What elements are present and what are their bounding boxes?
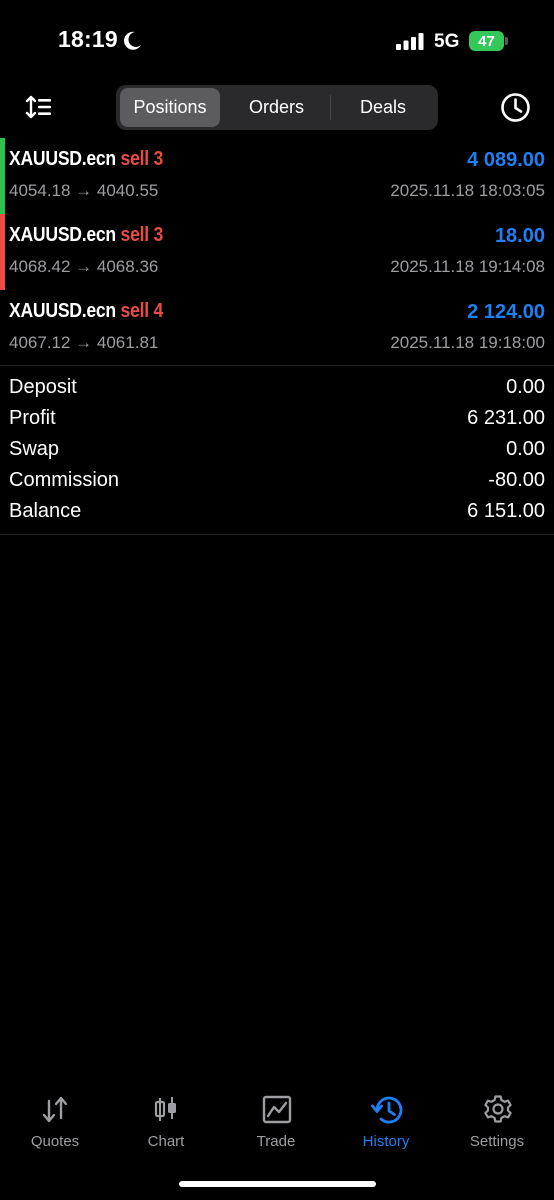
symbol-name: XAUUSD.ecn [9, 224, 116, 246]
status-time: 18:19 [58, 26, 118, 52]
position-profit: 4 089.00 [467, 149, 545, 171]
summary-row-profit: Profit 6 231.00 [0, 403, 554, 434]
symbol-name: XAUUSD.ecn [9, 300, 116, 322]
position-price-path: 4068.42 → 4068.36 [9, 257, 159, 276]
battery-level: 47 [478, 32, 495, 50]
status-bar: 18:19 5G 47 [0, 0, 554, 84]
summary-row-deposit: Deposit 0.00 [0, 372, 554, 403]
summary-value: -80.00 [488, 469, 545, 491]
battery-tip [505, 37, 508, 45]
summary-label: Swap [9, 438, 60, 460]
moon-icon [121, 30, 143, 57]
summary-row-swap: Swap 0.00 [0, 434, 554, 465]
position-datetime: 2025.11.18 18:03:05 [390, 181, 545, 200]
history-icon [371, 1096, 403, 1124]
position-row[interactable]: XAUUSD.ecn sell 4 4067.12 → 4061.81 2 12… [0, 290, 554, 366]
summary-label: Deposit [9, 376, 77, 398]
position-row[interactable]: XAUUSD.ecn sell 3 4054.18 → 4040.55 4 08… [0, 138, 554, 214]
position-profit: 18.00 [494, 225, 545, 247]
tab-chart[interactable]: Chart [111, 1090, 221, 1160]
tab-label: Settings [469, 1133, 525, 1150]
symbol-name: XAUUSD.ecn [9, 148, 116, 170]
tab-label: Trade [256, 1133, 296, 1150]
summary-value: 6 151.00 [467, 500, 545, 522]
tab-quotes[interactable]: Quotes [0, 1090, 110, 1160]
position-status-bar [0, 290, 5, 366]
cellular-signal-icon [396, 33, 426, 55]
position-side: sell 3 [120, 224, 164, 246]
tab-label: Quotes [30, 1133, 80, 1150]
position-symbol: XAUUSD.ecn sell 3 [9, 148, 163, 171]
clock-icon[interactable] [500, 92, 531, 128]
position-price-path: 4067.12 → 4061.81 [9, 333, 159, 352]
position-side: sell 4 [120, 300, 164, 322]
tab-trade[interactable]: Trade [221, 1090, 331, 1160]
position-side: sell 3 [120, 148, 164, 170]
position-row[interactable]: XAUUSD.ecn sell 3 4068.42 → 4068.36 18.0… [0, 214, 554, 290]
tab-label: History [362, 1133, 410, 1150]
tab-label: Chart [147, 1133, 185, 1150]
tab-deals[interactable]: Deals [332, 88, 434, 127]
position-profit: 2 124.00 [467, 301, 545, 323]
position-price-path: 4054.18 → 4040.55 [9, 181, 159, 200]
summary-row-balance: Balance 6 151.00 [0, 496, 554, 527]
battery-indicator: 47 [469, 31, 504, 51]
summary-divider-top [0, 365, 554, 366]
position-status-bar [0, 138, 5, 214]
summary-value: 6 231.00 [467, 407, 545, 429]
summary-value: 0.00 [506, 376, 545, 398]
positions-list: XAUUSD.ecn sell 3 4054.18 → 4040.55 4 08… [0, 138, 554, 366]
summary-label: Profit [9, 407, 56, 429]
summary-label: Commission [9, 469, 120, 491]
tab-settings[interactable]: Settings [442, 1090, 552, 1160]
summary-row-commission: Commission -80.00 [0, 465, 554, 496]
position-status-bar [0, 214, 5, 290]
position-symbol: XAUUSD.ecn sell 4 [9, 300, 163, 323]
position-datetime: 2025.11.18 19:18:00 [390, 333, 545, 352]
trade-icon [262, 1095, 292, 1124]
position-symbol: XAUUSD.ecn sell 3 [9, 224, 163, 247]
quotes-icon [42, 1096, 68, 1123]
summary-value: 0.00 [506, 438, 545, 460]
tab-positions[interactable]: Positions [120, 88, 220, 127]
summary-divider-bottom [0, 534, 554, 535]
account-summary: Deposit 0.00 Profit 6 231.00 Swap 0.00 C… [0, 372, 554, 527]
home-indicator[interactable] [179, 1181, 376, 1187]
segment-divider [330, 95, 331, 120]
tab-history[interactable]: History [331, 1090, 441, 1160]
network-type: 5G [434, 31, 460, 52]
sort-icon[interactable] [25, 94, 53, 125]
settings-icon [484, 1095, 512, 1123]
summary-label: Balance [9, 500, 82, 522]
position-datetime: 2025.11.18 19:14:08 [390, 257, 545, 276]
chart-icon [154, 1097, 176, 1121]
history-segmented-control: Positions Orders Deals [116, 85, 438, 130]
tab-orders[interactable]: Orders [224, 88, 329, 127]
